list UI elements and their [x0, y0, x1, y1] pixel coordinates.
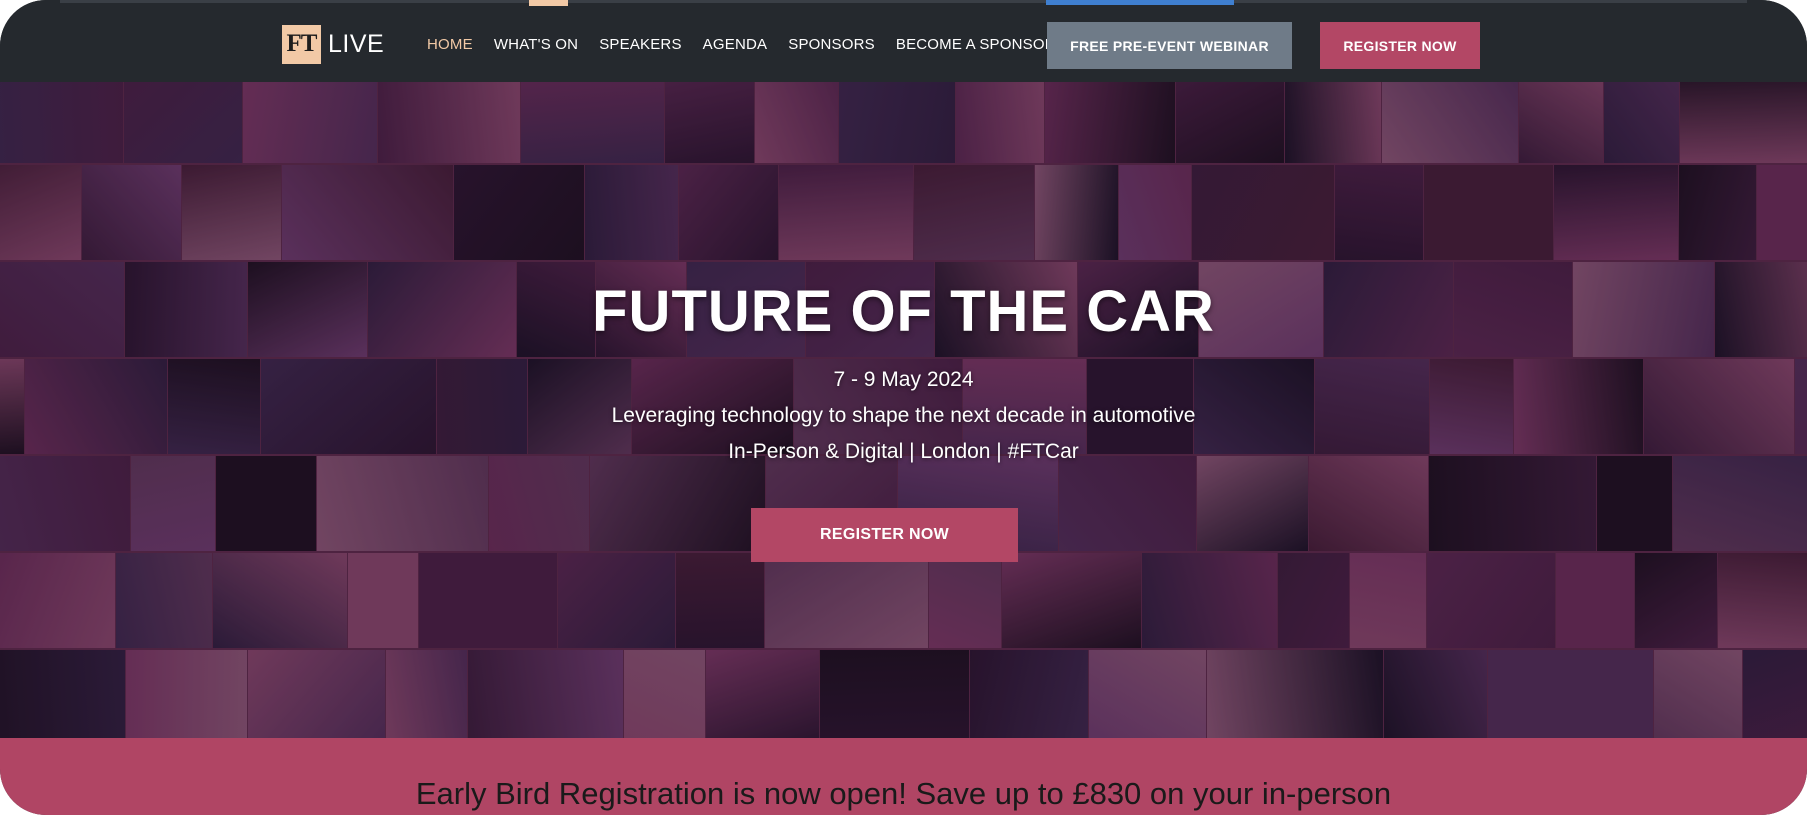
nav-top-line [60, 0, 1747, 3]
ft-logo-mark: FT [282, 24, 321, 64]
nav-item-become-a-sponsor[interactable]: BECOME A SPONSOR [896, 36, 1056, 53]
page: FT LIVE HOME WHAT'S ON SPEAKERS AGENDA S… [0, 0, 1807, 815]
register-now-nav-button[interactable]: REGISTER NOW [1320, 22, 1480, 69]
early-bird-text: Early Bird Registration is now open! Sav… [415, 776, 1392, 811]
main-menu: HOME WHAT'S ON SPEAKERS AGENDA SPONSORS … [427, 36, 1077, 53]
free-webinar-button[interactable]: FREE PRE-EVENT WEBINAR [1047, 22, 1292, 69]
logo-live-text: LIVE [328, 29, 385, 58]
event-dates: 7 - 9 May 2024 [833, 368, 974, 391]
hero-section: FUTURE OF THE CAR 7 - 9 May 2024 Leverag… [0, 82, 1807, 738]
top-navigation: FT LIVE HOME WHAT'S ON SPEAKERS AGENDA S… [0, 0, 1807, 82]
event-title: FUTURE OF THE CAR [592, 279, 1215, 344]
nav-item-agenda[interactable]: AGENDA [703, 36, 768, 53]
nav-item-whats-on[interactable]: WHAT'S ON [494, 36, 578, 53]
ft-live-logo[interactable]: FT LIVE [282, 24, 384, 64]
early-bird-banner: Early Bird Registration is now open! Sav… [0, 738, 1807, 815]
register-now-hero-button[interactable]: REGISTER NOW [751, 508, 1018, 562]
event-location-meta: In-Person & Digital | London | #FTCar [728, 440, 1079, 463]
nav-item-home[interactable]: HOME [427, 36, 473, 53]
nav-item-sponsors[interactable]: SPONSORS [788, 36, 875, 53]
event-tagline: Leveraging technology to shape the next … [611, 404, 1196, 427]
nav-item-speakers[interactable]: SPEAKERS [599, 36, 681, 53]
home-active-indicator [529, 0, 568, 6]
webinar-indicator [1046, 0, 1234, 5]
